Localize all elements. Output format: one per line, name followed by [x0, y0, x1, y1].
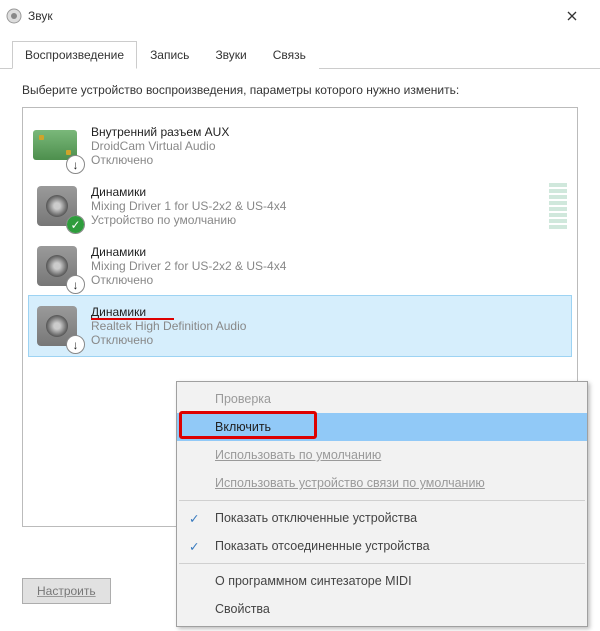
context-menu: Проверка Включить Использовать по умолча…	[176, 381, 588, 627]
device-status: Устройство по умолчанию	[91, 213, 286, 227]
aux-board-icon: ↓	[33, 122, 81, 170]
device-status: Отключено	[91, 273, 286, 287]
device-name: Внутренний разъем AUX	[91, 125, 229, 139]
menu-item-enable[interactable]: Включить	[177, 413, 587, 441]
device-status: Отключено	[91, 153, 229, 167]
arrow-down-icon: ↓	[67, 336, 84, 353]
device-sub: Mixing Driver 2 for US-2x2 & US-4x4	[91, 259, 286, 273]
check-icon: ✓	[189, 539, 199, 554]
tab-playback[interactable]: Воспроизведение	[12, 41, 137, 69]
device-row[interactable]: ↓ Внутренний разъем AUX DroidCam Virtual…	[29, 116, 571, 176]
tab-sounds[interactable]: Звуки	[202, 41, 259, 69]
close-icon	[567, 11, 577, 21]
tab-recording[interactable]: Запись	[137, 41, 202, 69]
menu-separator	[179, 563, 585, 564]
device-row[interactable]: ↓ Динамики Realtek High Definition Audio…	[29, 296, 571, 356]
menu-item-show-disabled[interactable]: ✓Показать отключенные устройства	[177, 504, 587, 532]
tab-bar: Воспроизведение Запись Звуки Связь	[0, 32, 600, 69]
titlebar: Звук	[0, 0, 600, 32]
menu-separator	[179, 500, 585, 501]
menu-item-about-midi[interactable]: О программном синтезаторе MIDI	[177, 567, 587, 595]
instruction-text: Выберите устройство воспроизведения, пар…	[0, 69, 600, 107]
device-sub: Realtek High Definition Audio	[91, 319, 246, 333]
menu-item-set-default[interactable]: Использовать по умолчанию	[177, 441, 587, 469]
speaker-icon: ↓	[33, 242, 81, 290]
sound-icon	[6, 8, 22, 24]
speaker-icon: ↓	[33, 302, 81, 350]
menu-item-set-default-comm[interactable]: Использовать устройство связи по умолчан…	[177, 469, 587, 497]
device-name: Динамики	[91, 245, 286, 259]
device-row[interactable]: ✓ Динамики Mixing Driver 1 for US-2x2 & …	[29, 176, 571, 236]
check-icon: ✓	[67, 216, 84, 233]
device-sub: Mixing Driver 1 for US-2x2 & US-4x4	[91, 199, 286, 213]
device-name: Динамики	[91, 185, 286, 199]
device-status: Отключено	[91, 333, 246, 347]
menu-item-test[interactable]: Проверка	[177, 385, 587, 413]
menu-item-properties[interactable]: Свойства	[177, 595, 587, 623]
arrow-down-icon: ↓	[67, 276, 84, 293]
device-name: Динамики	[91, 305, 246, 319]
speaker-icon: ✓	[33, 182, 81, 230]
volume-meter	[549, 183, 567, 229]
menu-item-show-disconnected[interactable]: ✓Показать отсоединенные устройства	[177, 532, 587, 560]
device-row[interactable]: ↓ Динамики Mixing Driver 2 for US-2x2 & …	[29, 236, 571, 296]
tab-communications[interactable]: Связь	[260, 41, 319, 69]
configure-button[interactable]: Настроить	[22, 578, 111, 604]
arrow-down-icon: ↓	[67, 156, 84, 173]
close-button[interactable]	[550, 1, 594, 31]
window-title: Звук	[28, 9, 53, 23]
check-icon: ✓	[189, 511, 199, 526]
device-sub: DroidCam Virtual Audio	[91, 139, 229, 153]
